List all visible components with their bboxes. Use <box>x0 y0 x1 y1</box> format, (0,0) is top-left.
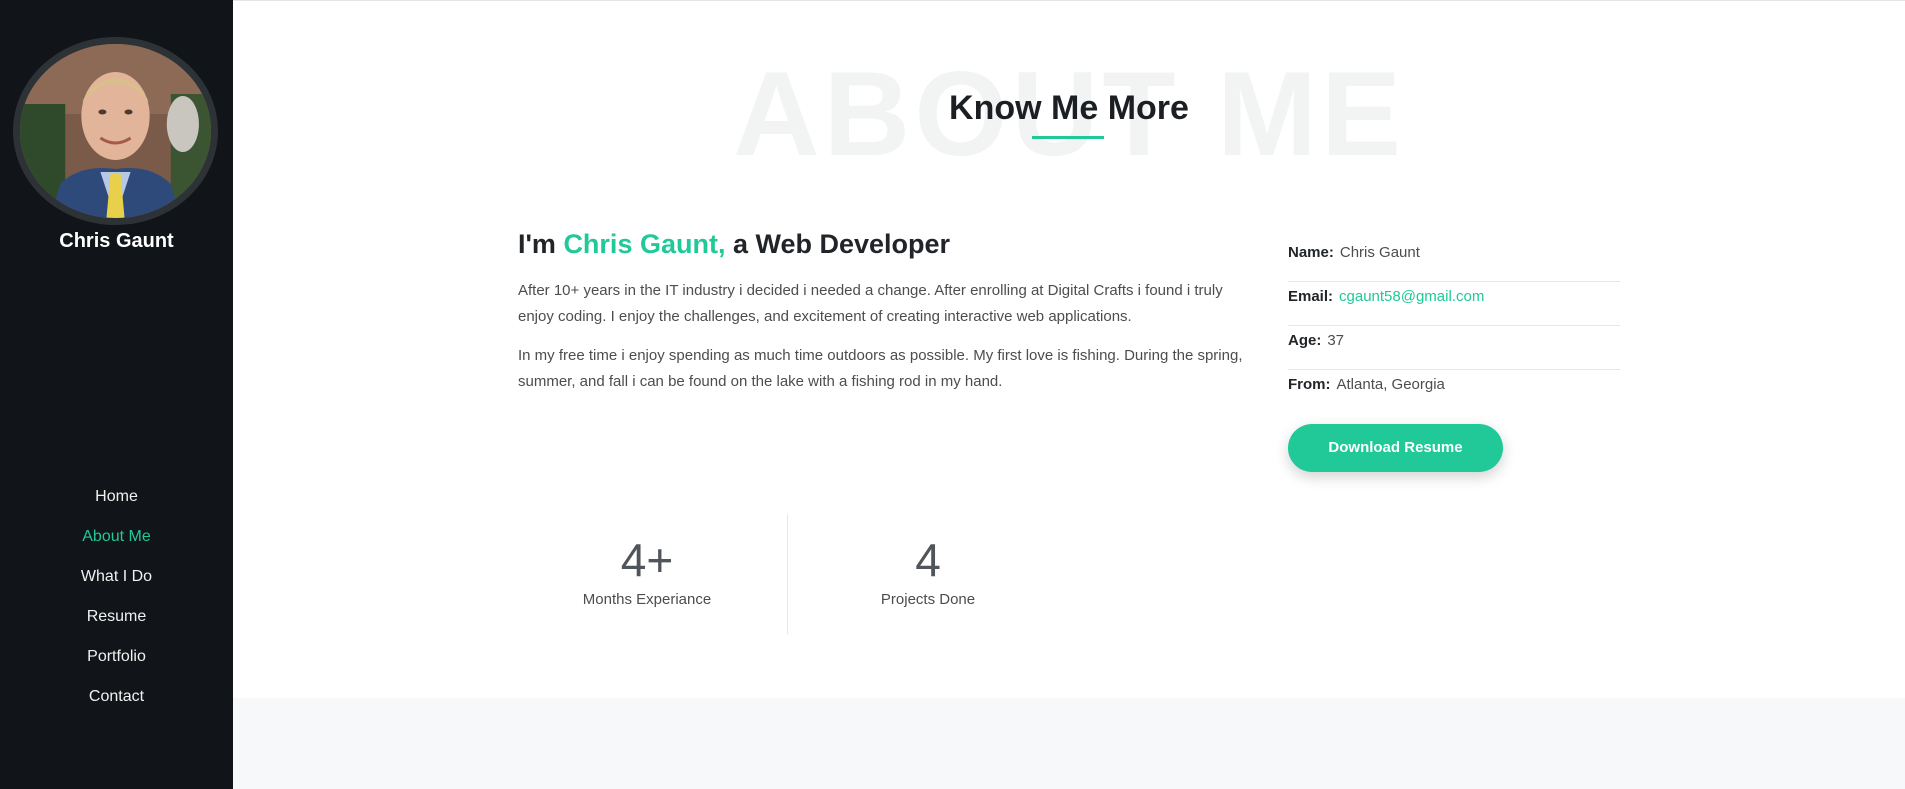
info-label-email: Email: <box>1288 288 1334 305</box>
sidebar: Chris Gaunt Home About Me What I Do Resu… <box>0 0 233 789</box>
section-title: Know Me More <box>949 89 1189 127</box>
info-label-name: Name: <box>1288 244 1334 261</box>
profile-name: Chris Gaunt <box>59 230 174 252</box>
about-section: ABOUT ME Know Me More I'm Chris Gaunt, a… <box>233 0 1905 789</box>
info-value-age: 37 <box>1327 332 1345 349</box>
about-paragraph-1: After 10+ years in the IT industry i dec… <box>518 282 1223 325</box>
info-value-name: Chris Gaunt <box>1339 244 1420 261</box>
stat-label: Projects Done <box>880 591 976 608</box>
intro-suffix: a Web Developer <box>725 229 951 259</box>
personal-info-list: Name: Chris Gaunt Email: cgaunt58@gmail.co… <box>1288 238 1620 414</box>
profile-photo <box>13 37 218 225</box>
stat-divider <box>787 514 788 634</box>
title-underline <box>1032 136 1104 139</box>
nav-item-resume[interactable]: Resume <box>0 605 233 645</box>
stat-label: Months Experiance <box>582 591 712 608</box>
nav-item-what-i-do[interactable]: What I Do <box>0 565 233 605</box>
download-resume-button[interactable]: Download Resume <box>1288 424 1503 472</box>
intro-prefix: I'm <box>518 229 564 259</box>
stat-value: 4 <box>915 534 941 586</box>
info-value-from: Atlanta, Georgia <box>1336 376 1445 393</box>
nav-item-home[interactable]: Home <box>0 485 233 525</box>
about-paragraph-2: In my free time i enjoy spending as much… <box>518 347 1243 390</box>
info-label-from: From: <box>1288 376 1331 393</box>
intro-name: Chris Gaunt, <box>563 229 726 259</box>
email-link[interactable]: cgaunt58@gmail.com <box>1339 288 1484 305</box>
stat-value: 4+ <box>620 534 674 586</box>
intro-heading: I'm Chris Gaunt, a Web Developer <box>518 229 950 260</box>
next-section-band <box>233 698 1905 789</box>
info-row-age: Age: 37 <box>1288 326 1620 370</box>
info-row-from: From: Atlanta, Georgia <box>1288 370 1620 414</box>
info-row-name: Name: Chris Gaunt <box>1288 238 1620 282</box>
stat-projects: 4 Projects Done <box>818 533 1038 608</box>
main-nav: Home About Me What I Do Resume Portfolio… <box>0 485 233 725</box>
info-row-email: Email: cgaunt58@gmail.com <box>1288 282 1620 326</box>
nav-item-contact[interactable]: Contact <box>0 685 233 725</box>
info-label-age: Age: <box>1288 332 1322 349</box>
nav-item-about-me[interactable]: About Me <box>0 525 233 565</box>
nav-item-portfolio[interactable]: Portfolio <box>0 645 233 685</box>
stat-experience: 4+ Months Experiance <box>537 533 757 608</box>
